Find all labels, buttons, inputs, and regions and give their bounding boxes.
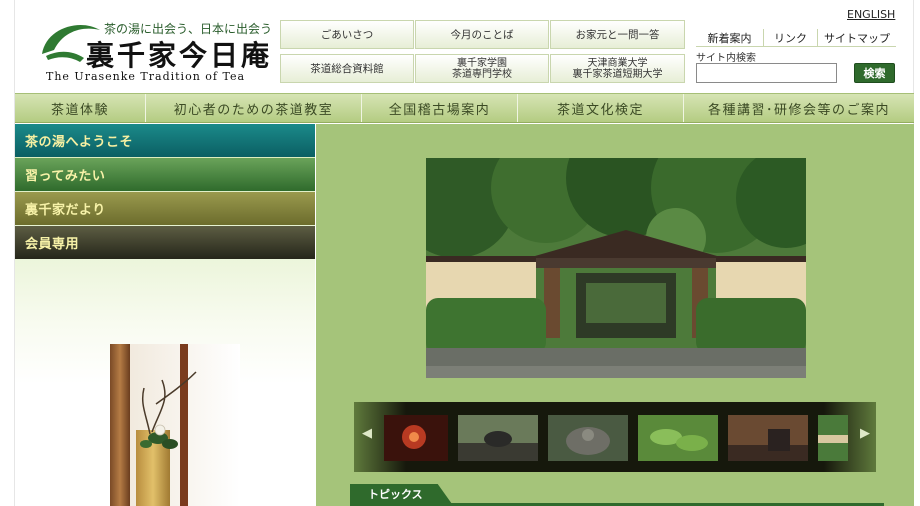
sidebar-item-learn[interactable]: 習ってみたい [15, 158, 315, 191]
top-nav-greeting[interactable]: ごあいさつ [280, 20, 414, 49]
tea-bowl-thumbnail[interactable] [458, 415, 538, 461]
sidebar: 茶の湯へようこそ 習ってみたい 裏千家だより 会員専用 [15, 124, 315, 506]
carousel-prev-icon[interactable]: ◀ [362, 426, 372, 441]
red-flower-thumbnail[interactable] [384, 415, 448, 461]
thumbnail-carousel: ◀ ▶ [354, 402, 876, 472]
logo-english-name: The Urasenke Tradition of Tea [46, 70, 246, 83]
top-nav-college[interactable]: 天津商業大学 裏千家茶道短期大学 [550, 54, 685, 83]
search-input[interactable] [696, 63, 837, 83]
search-label: サイト内検索 [696, 53, 756, 64]
carousel-next-icon[interactable]: ▶ [860, 426, 870, 441]
sidebar-item-news[interactable]: 裏千家だより [15, 192, 315, 225]
sidebar-item-welcome[interactable]: 茶の湯へようこそ [15, 124, 315, 157]
topics-tab[interactable]: トピックス [350, 484, 452, 504]
links-link[interactable]: リンク [764, 29, 818, 47]
sitemap-link[interactable]: サイトマップ [818, 29, 896, 47]
main-nav-experience[interactable]: 茶道体験 [15, 94, 146, 122]
site-logo[interactable]: 茶の湯に出会う、日本に出会う 裏千家今日庵 The Urasenke Tradi… [40, 18, 273, 84]
top-nav-qa[interactable]: お家元と一問一答 [550, 20, 685, 49]
news-link[interactable]: 新着案内 [696, 29, 764, 47]
topics-header: トピックス [350, 484, 884, 506]
main-nav: 茶道体験 初心者のための茶道教室 全国稽古場案内 茶道文化検定 各種講習･研修会… [15, 93, 914, 123]
main-nav-classroom-guide[interactable]: 全国稽古場案内 [362, 94, 518, 122]
hero-gate-image[interactable] [426, 158, 806, 378]
stone-lantern-thumbnail[interactable] [548, 415, 628, 461]
tea-leaves-thumbnail[interactable] [638, 415, 718, 461]
top-nav-gakuen[interactable]: 裏千家学園 茶道専門学校 [415, 54, 549, 83]
garden-thumbnail[interactable] [818, 415, 848, 461]
top-nav-museum[interactable]: 茶道総合資料館 [280, 54, 414, 83]
main-nav-culture-exam[interactable]: 茶道文化検定 [518, 94, 684, 122]
tea-ceremony-thumbnail[interactable] [728, 415, 808, 461]
ikebana-image [110, 344, 240, 506]
logo-name: 裏千家今日庵 [86, 39, 273, 72]
sidebar-item-members[interactable]: 会員専用 [15, 226, 315, 259]
main-content: ◀ ▶ トピックス [316, 124, 914, 506]
top-nav-monthly-words[interactable]: 今月のことば [415, 20, 549, 49]
english-link[interactable]: ENGLISH [847, 8, 895, 21]
search-button[interactable]: 検索 [854, 63, 895, 83]
top-nav: ごあいさつ 今月のことば お家元と一問一答 茶道総合資料館 裏千家学園 茶道専門… [280, 20, 685, 84]
main-nav-beginner-class[interactable]: 初心者のための茶道教室 [146, 94, 362, 122]
main-nav-seminars[interactable]: 各種講習･研修会等のご案内 [684, 94, 914, 122]
